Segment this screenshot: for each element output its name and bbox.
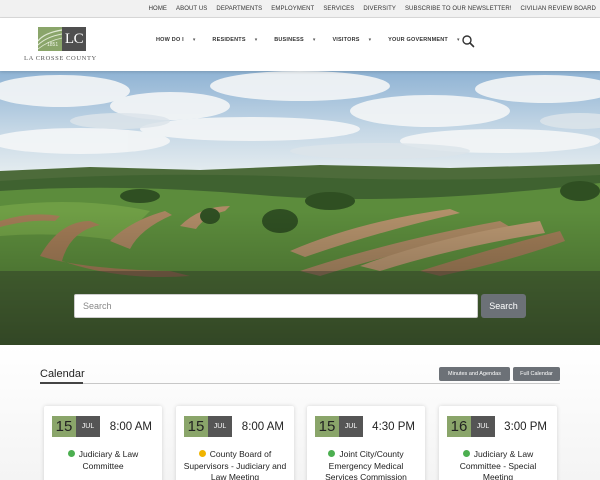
- event-time: 3:00 PM: [504, 420, 547, 433]
- event-description: Judiciary & Law Committee: [50, 449, 156, 472]
- status-dot: [67, 450, 75, 457]
- date-badge: 15 JUL: [315, 416, 363, 437]
- event-description: Judiciary & Law Committee - Special Meet…: [445, 449, 551, 480]
- event-title: Judiciary & Law Committee - Special Meet…: [459, 449, 537, 480]
- site-search: Search: [74, 294, 526, 318]
- utility-link-employment[interactable]: EMPLOYMENT: [271, 6, 314, 12]
- event-month: JUL: [208, 416, 232, 437]
- utility-bar: HOME ABOUT US DEPARTMENTS EMPLOYMENT SER…: [0, 0, 600, 18]
- event-time: 8:00 AM: [241, 420, 284, 433]
- main-nav: HOW DO I ▾ RESIDENTS ▾ BUSINESS ▾ VISITO…: [156, 37, 459, 43]
- utility-link-departments[interactable]: DEPARTMENTS: [216, 6, 262, 12]
- nav-label: HOW DO I: [156, 37, 184, 43]
- event-time: 8:00 AM: [109, 420, 152, 433]
- chevron-down-icon: ▾: [254, 37, 258, 43]
- nav-business[interactable]: BUSINESS ▾: [274, 37, 315, 43]
- calendar-divider: [40, 383, 560, 384]
- calendar-divider-accent: [40, 382, 83, 384]
- nav-residents[interactable]: RESIDENTS ▾: [212, 37, 257, 43]
- calendar-section: Calendar Minutes and Agendas Full Calend…: [0, 345, 600, 480]
- utility-link-newsletter[interactable]: SUBSCRIBE TO OUR NEWSLETTER!: [405, 6, 512, 12]
- event-title: Joint City/County Emergency Medical Serv…: [325, 449, 407, 480]
- event-day: 15: [315, 416, 339, 437]
- logo-hills-graphic: 1851: [38, 27, 62, 51]
- event-day: 16: [447, 416, 471, 437]
- nav-label: YOUR GOVERNMENT: [388, 37, 448, 43]
- event-title: Judiciary & Law Committee: [78, 449, 139, 471]
- event-day: 15: [184, 416, 208, 437]
- logo-letters: LC: [62, 27, 86, 51]
- chevron-down-icon: ▾: [312, 37, 316, 43]
- event-card[interactable]: 15 JUL 4:30 PM Joint City/County Emergen…: [307, 406, 425, 480]
- chevron-down-icon: ▾: [456, 37, 460, 43]
- minutes-and-agendas-button[interactable]: Minutes and Agendas: [439, 367, 510, 381]
- logo-year: 1851: [47, 42, 59, 48]
- event-time: 4:30 PM: [372, 420, 415, 433]
- utility-links: HOME ABOUT US DEPARTMENTS EMPLOYMENT SER…: [149, 0, 596, 18]
- event-month: JUL: [76, 416, 100, 437]
- calendar-title: Calendar: [40, 368, 85, 380]
- nav-label: RESIDENTS: [212, 37, 246, 43]
- utility-link-civilian-review-board[interactable]: CIVILIAN REVIEW BOARD: [521, 6, 596, 12]
- date-badge: 15 JUL: [184, 416, 232, 437]
- search-icon[interactable]: [461, 34, 475, 48]
- date-badge: 15 JUL: [52, 416, 100, 437]
- search-input[interactable]: [74, 294, 478, 318]
- nav-your-government[interactable]: YOUR GOVERNMENT ▾: [388, 37, 459, 43]
- date-badge: 16 JUL: [447, 416, 495, 437]
- chevron-down-icon: ▾: [368, 37, 372, 43]
- status-dot: [328, 450, 336, 457]
- utility-link-services[interactable]: SERVICES: [323, 6, 354, 12]
- status-dot: [462, 450, 470, 457]
- utility-link-about-us[interactable]: ABOUT US: [176, 6, 207, 12]
- event-description: Joint City/County Emergency Medical Serv…: [313, 449, 419, 480]
- event-description: County Board of Supervisors - Judiciary …: [182, 449, 288, 480]
- hero-banner: Search: [0, 71, 600, 345]
- event-month: JUL: [339, 416, 363, 437]
- search-button[interactable]: Search: [481, 294, 526, 318]
- full-calendar-button[interactable]: Full Calendar: [513, 367, 560, 381]
- event-card[interactable]: 16 JUL 3:00 PM Judiciary & Law Committee…: [439, 406, 557, 480]
- nav-label: VISITORS: [332, 37, 360, 43]
- chevron-down-icon: ▾: [192, 37, 196, 43]
- event-day: 15: [52, 416, 76, 437]
- county-name: LA CROSSE COUNTY: [24, 55, 97, 62]
- nav-visitors[interactable]: VISITORS ▾: [332, 37, 371, 43]
- county-logo[interactable]: 1851 LC LA CROSSE COUNTY: [24, 26, 114, 66]
- event-card[interactable]: 15 JUL 8:00 AM County Board of Superviso…: [176, 406, 294, 480]
- event-card[interactable]: 15 JUL 8:00 AM Judiciary & Law Committee: [44, 406, 162, 480]
- site-header: 1851 LC LA CROSSE COUNTY HOW DO I ▾ RESI…: [0, 18, 600, 71]
- logo-mark: 1851 LC: [38, 27, 86, 51]
- utility-link-diversity[interactable]: DIVERSITY: [363, 6, 396, 12]
- nav-how-do-i[interactable]: HOW DO I ▾: [156, 37, 195, 43]
- nav-label: BUSINESS: [274, 37, 304, 43]
- utility-link-home[interactable]: HOME: [149, 6, 167, 12]
- event-month: JUL: [471, 416, 495, 437]
- status-dot: [198, 450, 206, 457]
